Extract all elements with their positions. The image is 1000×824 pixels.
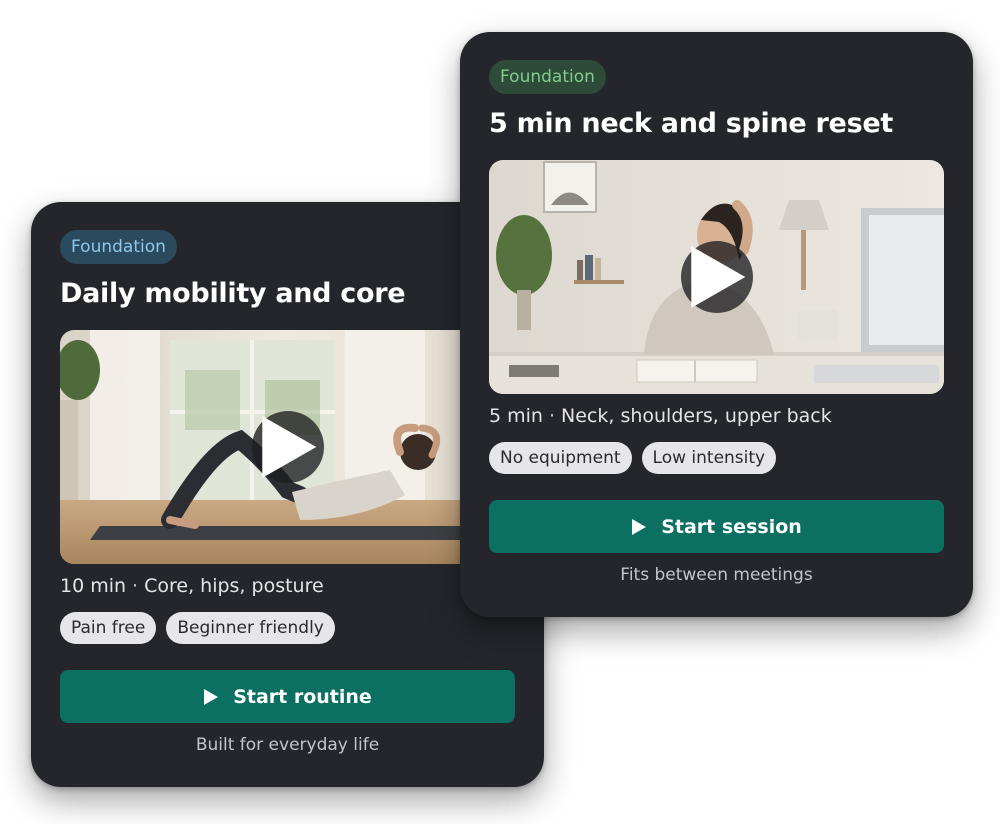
play-icon [690,246,745,308]
category-badge: Foundation [60,230,177,264]
play-icon [204,688,219,705]
card-caption: Built for everyday life [195,735,380,755]
tag-chip: Low intensity [641,442,777,474]
separator: · [132,575,139,597]
start-session-button[interactable]: Start session [489,500,944,553]
video-thumbnail[interactable] [60,330,515,564]
category-badge: Foundation [489,60,606,94]
tag-list: Pain free Beginner friendly [60,612,335,644]
tag-chip: Beginner friendly [166,612,335,644]
play-icon [632,518,647,535]
play-button[interactable] [251,411,324,483]
button-label: Start session [661,515,802,538]
tag-chip: Pain free [60,612,157,644]
focus-text: Neck, shoulders, upper back [561,405,832,427]
duration-text: 10 min [60,575,127,597]
card-title: 5 min neck and spine reset [489,108,893,139]
video-thumbnail[interactable] [489,160,944,394]
card-caption: Fits between meetings [620,565,813,585]
duration-text: 5 min [489,405,543,427]
start-routine-button[interactable]: Start routine [60,670,515,723]
session-meta: 10 min · Core, hips, posture [60,575,324,597]
tag-chip: No equipment [489,442,632,474]
play-button[interactable] [680,241,753,313]
card-title: Daily mobility and core [60,278,406,309]
workout-card-neck-spine[interactable]: Foundation 5 min neck and spine reset 5 … [460,32,973,617]
separator: · [548,405,556,427]
button-label: Start routine [233,685,372,708]
session-meta: 5 min · Neck, shoulders, upper back [489,405,832,427]
tag-list: No equipment Low intensity [489,442,777,474]
play-icon [261,416,316,478]
focus-text: Core, hips, posture [144,575,324,597]
